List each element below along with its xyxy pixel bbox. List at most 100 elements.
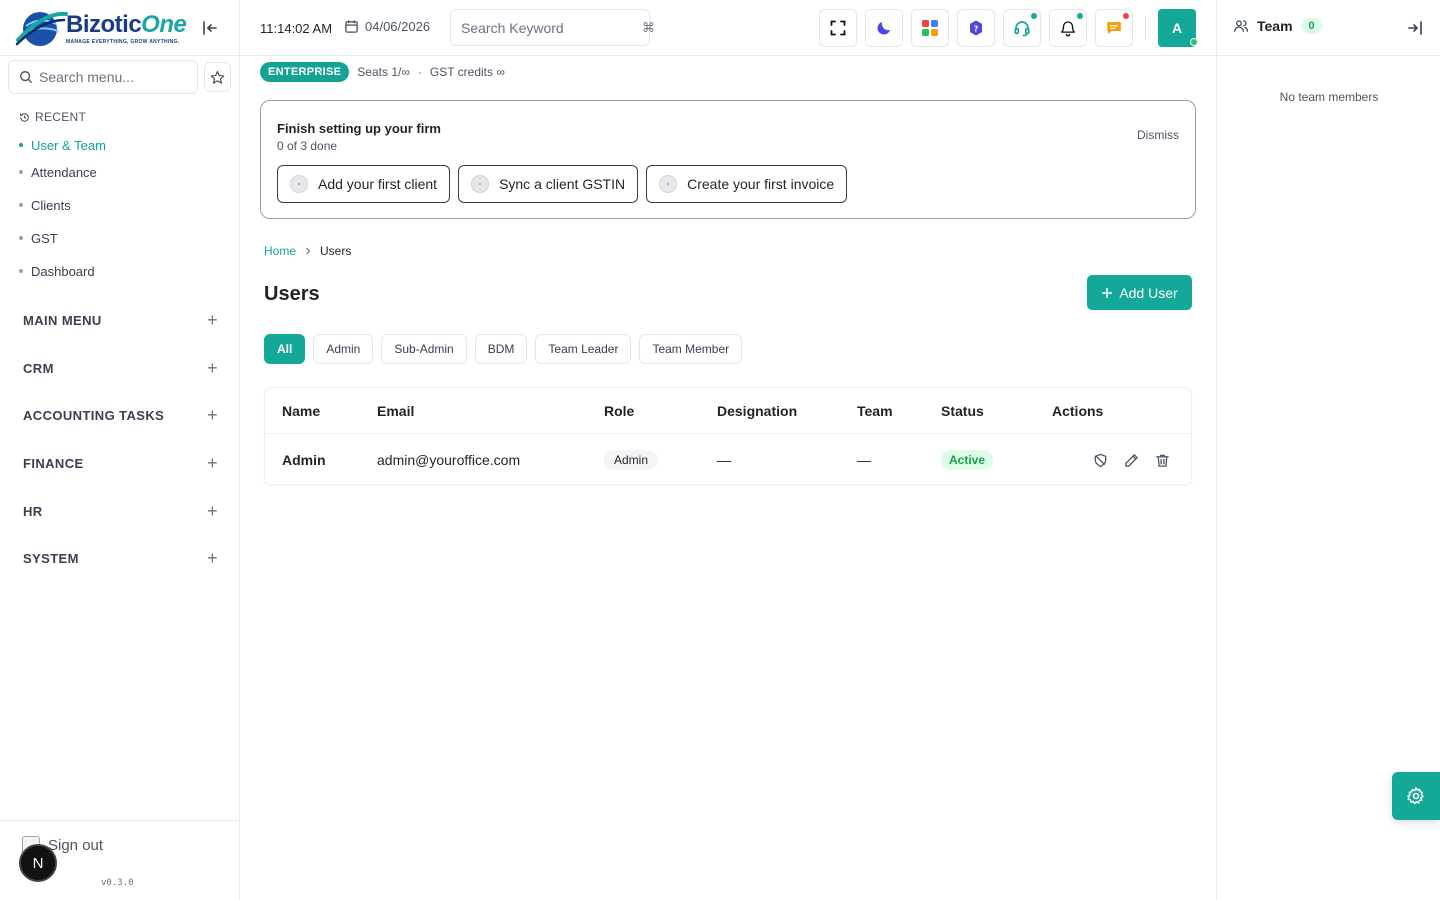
keyword-search-input[interactable]	[461, 19, 642, 36]
edit-user-button[interactable]	[1121, 450, 1141, 470]
search-icon	[20, 71, 33, 84]
role-filters: All Admin Sub-Admin BDM Team Leader Team…	[264, 334, 743, 364]
column-name: Name	[282, 402, 321, 419]
team-panel: Team 0 No team members	[1216, 0, 1440, 900]
help-button[interactable]: ?	[957, 9, 995, 47]
deactivate-user-button[interactable]	[1090, 450, 1110, 470]
section-accounting-tasks[interactable]: ACCOUNTING TASKS +	[23, 392, 218, 440]
section-main-menu[interactable]: MAIN MENU +	[23, 297, 218, 345]
breadcrumb: Home Users	[264, 244, 351, 258]
gst-credits-info: GST credits ∞	[429, 65, 505, 79]
status-badge: Active	[941, 450, 994, 470]
trash-icon	[1155, 454, 1169, 467]
notifications-button[interactable]	[1049, 9, 1087, 47]
column-actions: Actions	[1052, 402, 1104, 419]
chat-icon	[1107, 22, 1121, 34]
filter-team-leader[interactable]: Team Leader	[535, 334, 632, 364]
filter-sub-admin[interactable]: Sub-Admin	[381, 334, 467, 364]
recent-item-attendance[interactable]: Attendance	[19, 156, 106, 189]
gear-icon	[1406, 786, 1424, 805]
plus-icon: +	[207, 453, 218, 474]
page-title: Users	[264, 283, 320, 305]
section-system[interactable]: SYSTEM +	[23, 535, 218, 583]
plus-icon: +	[207, 310, 218, 331]
chevron-right-icon	[306, 247, 311, 255]
dismiss-button[interactable]: Dismiss	[1137, 128, 1179, 142]
headset-icon	[1014, 21, 1030, 37]
section-finance[interactable]: FINANCE +	[23, 440, 218, 488]
step-circle-icon	[659, 175, 678, 193]
recent-list: User & Team Attendance Clients GST Dashb…	[19, 134, 106, 288]
plus-icon	[1102, 287, 1113, 298]
fullscreen-icon	[830, 20, 846, 36]
add-user-button[interactable]: Add User	[1087, 275, 1192, 310]
svg-text:?: ?	[974, 23, 979, 33]
column-role: Role	[604, 402, 635, 419]
collapse-panel-icon[interactable]	[1405, 18, 1425, 38]
filter-team-member[interactable]: Team Member	[639, 334, 743, 364]
dev-tools-badge[interactable]: N	[19, 844, 57, 882]
brand-tagline: MANAGE EVERYTHING, GROW ANYTHING.	[66, 38, 180, 45]
plan-info: ENTERPRISE Seats 1/∞ · GST credits ∞	[260, 62, 505, 82]
command-shortcut: ⌘	[642, 19, 655, 35]
moon-icon	[877, 22, 890, 35]
date-display: 04/06/2026	[344, 19, 430, 34]
setup-progress: 0 of 3 done	[277, 139, 338, 153]
table-header: Name Email Role Designation Team Status …	[265, 388, 1191, 434]
top-header: 11:14:02 AM 04/06/2026 ⌘ ? A	[240, 0, 1216, 56]
filter-all[interactable]: All	[264, 334, 306, 364]
plus-icon: +	[207, 500, 218, 521]
notification-dot	[1077, 13, 1083, 19]
delete-user-button[interactable]	[1152, 450, 1172, 470]
create-first-invoice-button[interactable]: Create your first invoice	[646, 165, 848, 203]
menu-search-input[interactable]	[39, 69, 189, 85]
team-count-badge: 0	[1300, 18, 1323, 34]
user-designation: —	[717, 452, 731, 468]
filter-bdm[interactable]: BDM	[474, 334, 528, 364]
recent-item-gst[interactable]: GST	[19, 222, 106, 255]
breadcrumb-current: Users	[320, 244, 352, 258]
breadcrumb-home-link[interactable]: Home	[264, 244, 296, 258]
plus-icon: +	[207, 548, 218, 569]
history-icon	[19, 112, 29, 122]
step-circle-icon	[471, 175, 490, 193]
recent-header: RECENT	[19, 110, 86, 124]
filter-admin[interactable]: Admin	[313, 334, 374, 364]
fullscreen-button[interactable]	[819, 9, 857, 47]
users-table: Name Email Role Designation Team Status …	[264, 387, 1192, 485]
clock: 11:14:02 AM	[260, 21, 333, 36]
menu-sections: MAIN MENU + CRM + ACCOUNTING TASKS + FINANC…	[23, 297, 218, 583]
app-version: v0.3.0	[101, 878, 134, 888]
favorites-star-button[interactable]	[204, 62, 231, 92]
brand-name-part1: Bizotic	[66, 10, 142, 38]
logo-globe-icon	[14, 6, 68, 50]
setup-title: Finish setting up your firm	[277, 121, 441, 136]
message-dot	[1123, 13, 1129, 19]
column-email: Email	[377, 402, 415, 419]
section-crm[interactable]: CRM +	[23, 345, 218, 393]
team-empty-state: No team members	[1279, 90, 1379, 104]
apps-button[interactable]	[911, 9, 949, 47]
plan-badge: ENTERPRISE	[260, 62, 350, 82]
collapse-sidebar-icon[interactable]	[200, 18, 220, 38]
recent-item-clients[interactable]: Clients	[19, 189, 106, 222]
column-designation: Designation	[717, 402, 798, 419]
ban-icon	[1094, 453, 1106, 467]
row-actions	[1090, 434, 1172, 486]
section-hr[interactable]: HR +	[23, 487, 218, 535]
add-first-client-button[interactable]: Add your first client	[277, 165, 451, 203]
sidebar: BizoticOne MANAGE EVERYTHING, GROW ANYTH…	[0, 0, 240, 900]
support-button[interactable]	[1003, 9, 1041, 47]
brand-logo[interactable]: BizoticOne MANAGE EVERYTHING, GROW ANYTH…	[14, 6, 194, 50]
dark-mode-button[interactable]	[865, 9, 903, 47]
user-avatar[interactable]: A	[1158, 9, 1198, 47]
sync-gstin-button[interactable]: Sync a client GSTIN	[458, 165, 639, 203]
help-shield-icon: ?	[970, 20, 982, 36]
menu-search	[8, 60, 198, 94]
bell-icon	[1060, 21, 1076, 37]
recent-item-user-team[interactable]: User & Team	[19, 134, 106, 156]
messages-button[interactable]	[1095, 9, 1133, 47]
recent-item-dashboard[interactable]: Dashboard	[19, 255, 106, 288]
settings-button[interactable]	[1392, 772, 1440, 820]
column-status: Status	[941, 402, 984, 419]
